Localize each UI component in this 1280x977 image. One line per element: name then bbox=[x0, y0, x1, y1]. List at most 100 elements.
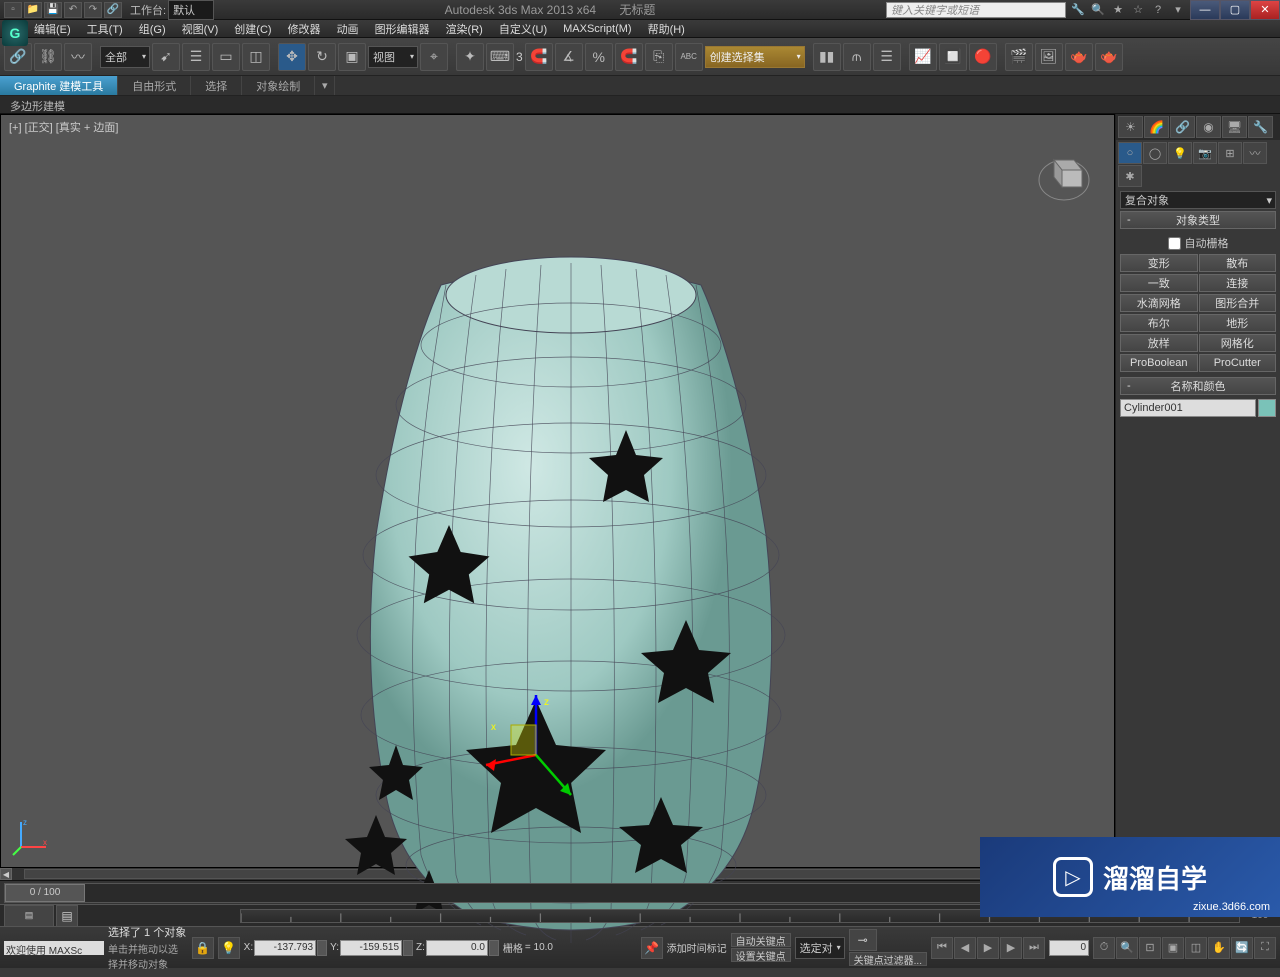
ribbon-sub-polymodeling[interactable]: 多边形建模 bbox=[0, 96, 1280, 114]
btn-morph[interactable]: 变形 bbox=[1120, 254, 1198, 272]
select-region-icon[interactable]: ▭ bbox=[212, 43, 240, 71]
link-icon[interactable]: 🔗 bbox=[4, 43, 32, 71]
select-icon[interactable]: ➹ bbox=[152, 43, 180, 71]
btn-scatter[interactable]: 散布 bbox=[1199, 254, 1277, 272]
cp-sub-helpers-icon[interactable]: ⊞ bbox=[1218, 142, 1242, 164]
btn-connect[interactable]: 连接 bbox=[1199, 274, 1277, 292]
help-icon[interactable]: ? bbox=[1150, 2, 1166, 18]
btn-mesher[interactable]: 网格化 bbox=[1199, 334, 1277, 352]
edit-named-icon[interactable]: ⎘ bbox=[645, 43, 673, 71]
align-icon[interactable]: ⫙ bbox=[843, 43, 871, 71]
coord-x-input[interactable]: -137.793 bbox=[254, 940, 316, 956]
menu-help[interactable]: 帮助(H) bbox=[644, 20, 689, 38]
pivot-icon[interactable]: ⌖ bbox=[420, 43, 448, 71]
cp-tab-modify-icon[interactable]: 🌈 bbox=[1144, 116, 1169, 138]
next-frame-icon[interactable]: ▶ bbox=[1000, 937, 1022, 959]
key-mode-dropdown[interactable]: 选定对 bbox=[795, 937, 845, 959]
btn-shapemerge[interactable]: 图形合并 bbox=[1199, 294, 1277, 312]
menu-animation[interactable]: 动画 bbox=[333, 20, 363, 38]
curve-editor-icon[interactable]: 📈 bbox=[909, 43, 937, 71]
play-icon[interactable]: ▶ bbox=[977, 937, 999, 959]
menu-views[interactable]: 视图(V) bbox=[178, 20, 223, 38]
time-slider-thumb[interactable]: 0 / 100 bbox=[5, 884, 85, 902]
named-selection-dropdown[interactable]: 创建选择集 bbox=[705, 46, 805, 68]
cp-sub-lights-icon[interactable]: 💡 bbox=[1168, 142, 1192, 164]
mirror-icon[interactable]: ▮▮ bbox=[813, 43, 841, 71]
category-dropdown[interactable]: 复合对象 bbox=[1120, 191, 1276, 209]
maximize-viewport-icon[interactable]: ⛶ bbox=[1254, 937, 1276, 959]
zoom-icon[interactable]: 🔍 bbox=[1116, 937, 1138, 959]
menu-rendering[interactable]: 渲染(R) bbox=[442, 20, 487, 38]
bind-icon[interactable]: 〰 bbox=[64, 43, 92, 71]
maximize-button[interactable]: ▢ bbox=[1220, 0, 1250, 20]
ribbon-tab-graphite[interactable]: Graphite 建模工具 bbox=[0, 76, 118, 95]
cp-sub-cameras-icon[interactable]: 📷 bbox=[1193, 142, 1217, 164]
render-last-icon[interactable]: 🫖 bbox=[1095, 43, 1123, 71]
key-toggle-icon[interactable]: ⊸ bbox=[849, 929, 877, 951]
cp-sub-systems-icon[interactable]: ✱ bbox=[1118, 165, 1142, 187]
favorite-icon[interactable]: ☆ bbox=[1130, 2, 1146, 18]
ribbon-tab-freeform[interactable]: 自由形式 bbox=[118, 76, 191, 95]
key-filters-button[interactable]: 关键点过滤器... bbox=[849, 952, 927, 966]
menu-modifiers[interactable]: 修改器 bbox=[284, 20, 325, 38]
cp-sub-shapes-icon[interactable]: ◯ bbox=[1143, 142, 1167, 164]
listener-btn[interactable]: ▤ bbox=[56, 905, 78, 927]
cp-tab-create-icon[interactable]: ☀ bbox=[1118, 116, 1143, 138]
pan-icon[interactable]: ✋ bbox=[1208, 937, 1230, 959]
btn-proboolean[interactable]: ProBoolean bbox=[1120, 354, 1198, 372]
menu-edit[interactable]: 编辑(E) bbox=[30, 20, 75, 38]
menu-tools[interactable]: 工具(T) bbox=[83, 20, 127, 38]
abc-icon[interactable]: ABC bbox=[675, 43, 703, 71]
manipulate-icon[interactable]: ✦ bbox=[456, 43, 484, 71]
menu-customize[interactable]: 自定义(U) bbox=[495, 20, 551, 38]
toolbox-icon[interactable]: 🔧 bbox=[1070, 2, 1086, 18]
isolate-icon[interactable]: 💡 bbox=[218, 937, 240, 959]
btn-boolean[interactable]: 布尔 bbox=[1120, 314, 1198, 332]
exchange-icon[interactable]: ★ bbox=[1110, 2, 1126, 18]
move-icon[interactable]: ✥ bbox=[278, 43, 306, 71]
goto-end-icon[interactable]: ⏭ bbox=[1023, 937, 1045, 959]
select-name-icon[interactable]: ☰ bbox=[182, 43, 210, 71]
coord-x-spinner[interactable] bbox=[317, 940, 327, 956]
goto-start-icon[interactable]: ⏮ bbox=[931, 937, 953, 959]
rollout-name-color[interactable]: 名称和颜色 bbox=[1120, 377, 1276, 395]
spinner-snap-icon[interactable]: 🧲 bbox=[615, 43, 643, 71]
search-input[interactable]: 键入关键字或短语 bbox=[886, 2, 1066, 18]
maxscript-listener[interactable]: 欢迎使用 MAXSc bbox=[4, 941, 104, 955]
minimize-button[interactable]: — bbox=[1190, 0, 1220, 20]
snap-toggle-icon[interactable]: 🧲 bbox=[525, 43, 553, 71]
workspace-dropdown[interactable]: 默认 bbox=[168, 0, 214, 20]
scroll-left-icon[interactable]: ◀ bbox=[0, 868, 12, 880]
btn-conform[interactable]: 一致 bbox=[1120, 274, 1198, 292]
reference-system-dropdown[interactable]: 视图 bbox=[368, 46, 418, 68]
btn-procutter[interactable]: ProCutter bbox=[1199, 354, 1277, 372]
zoom-all-icon[interactable]: ⊡ bbox=[1139, 937, 1161, 959]
cp-tab-motion-icon[interactable]: ◉ bbox=[1196, 116, 1221, 138]
zoom-extents-icon[interactable]: ▣ bbox=[1162, 937, 1184, 959]
qat-undo-icon[interactable]: ↶ bbox=[64, 2, 82, 18]
viewport[interactable]: [+] [正交] [真实 + 边面] bbox=[0, 114, 1115, 868]
cp-tab-utilities-icon[interactable]: 🔧 bbox=[1248, 116, 1273, 138]
rotate-icon[interactable]: ↻ bbox=[308, 43, 336, 71]
auto-grid-checkbox[interactable] bbox=[1168, 237, 1181, 250]
close-button[interactable]: ✕ bbox=[1250, 0, 1280, 20]
object-name-input[interactable]: Cylinder001 bbox=[1120, 399, 1256, 417]
object-color-swatch[interactable] bbox=[1258, 399, 1276, 417]
render-icon[interactable]: 🫖 bbox=[1065, 43, 1093, 71]
window-crossing-icon[interactable]: ◫ bbox=[242, 43, 270, 71]
menu-maxscript[interactable]: MAXScript(M) bbox=[559, 22, 635, 36]
angle-snap-icon[interactable]: ∡ bbox=[555, 43, 583, 71]
viewcube[interactable] bbox=[1034, 145, 1094, 205]
viewport-label[interactable]: [+] [正交] [真实 + 边面] bbox=[9, 119, 118, 135]
rollout-object-type[interactable]: 对象类型 bbox=[1120, 211, 1276, 229]
cp-tab-hierarchy-icon[interactable]: 🔗 bbox=[1170, 116, 1195, 138]
cp-tab-display-icon[interactable]: 🖥 bbox=[1222, 116, 1247, 138]
render-frame-icon[interactable]: 🖼 bbox=[1035, 43, 1063, 71]
render-setup-icon[interactable]: 🎬 bbox=[1005, 43, 1033, 71]
selection-filter-dropdown[interactable]: 全部 bbox=[100, 46, 150, 68]
unlink-icon[interactable]: ⛓ bbox=[34, 43, 62, 71]
cp-sub-spacewarps-icon[interactable]: 〰 bbox=[1243, 142, 1267, 164]
menu-graph[interactable]: 图形编辑器 bbox=[371, 20, 434, 38]
setkey-button[interactable]: 设置关键点 bbox=[731, 948, 791, 962]
cp-sub-geometry-icon[interactable]: ○ bbox=[1118, 142, 1142, 164]
